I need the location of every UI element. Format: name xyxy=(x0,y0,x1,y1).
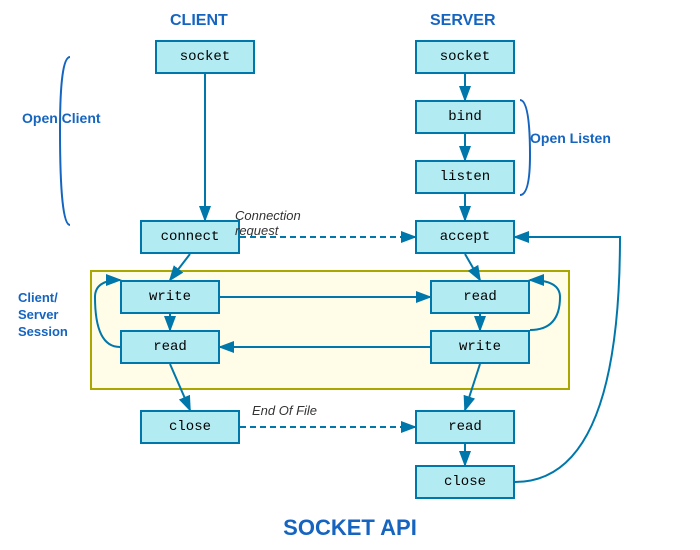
connection-request-label: Connectionrequest xyxy=(235,208,301,238)
client-header: CLIENT xyxy=(170,12,228,30)
connect-box: connect xyxy=(140,220,240,254)
accept-box: accept xyxy=(415,220,515,254)
server-read-box: read xyxy=(430,280,530,314)
end-of-file-label: End Of File xyxy=(252,403,317,418)
server-read2-box: read xyxy=(415,410,515,444)
client-close-box: close xyxy=(140,410,240,444)
server-header: SERVER xyxy=(430,12,496,30)
server-close-box: close xyxy=(415,465,515,499)
open-client-label: Open Client xyxy=(22,110,101,126)
open-listen-label: Open Listen xyxy=(530,130,611,146)
client-write-box: write xyxy=(120,280,220,314)
bind-box: bind xyxy=(415,100,515,134)
client-socket-box: socket xyxy=(155,40,255,74)
client-read-box: read xyxy=(120,330,220,364)
server-socket-box: socket xyxy=(415,40,515,74)
server-write-box: write xyxy=(430,330,530,364)
title: SOCKET API xyxy=(200,515,500,541)
diagram-container: CLIENT SERVER socket socket bind listen … xyxy=(0,0,700,550)
listen-box: listen xyxy=(415,160,515,194)
session-label: Client/ServerSession xyxy=(18,290,68,341)
